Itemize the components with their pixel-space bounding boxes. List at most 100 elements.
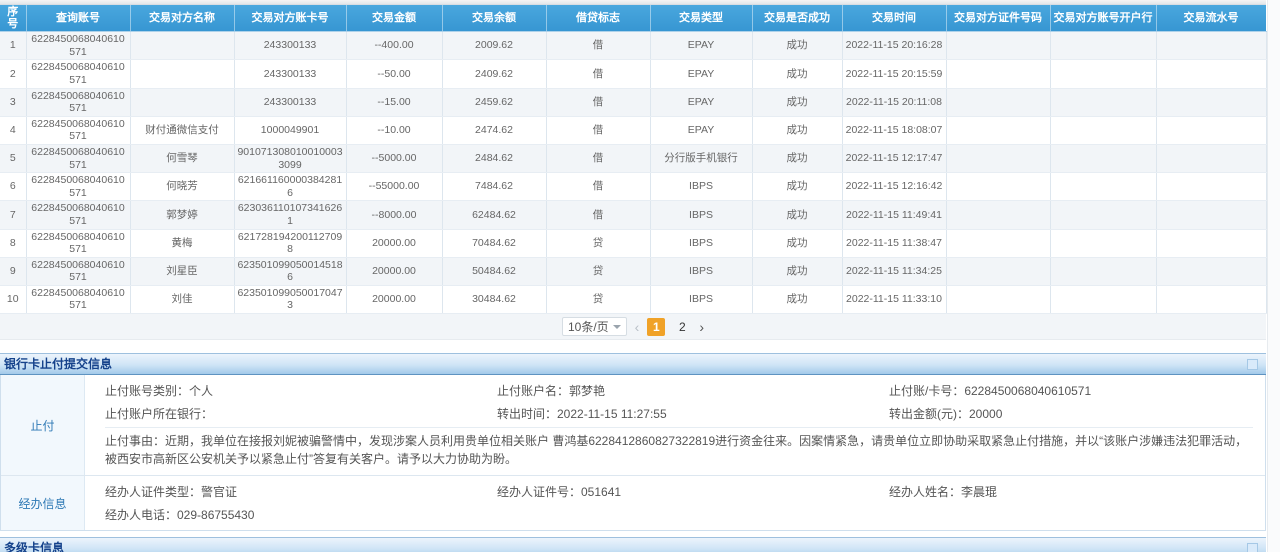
transaction-cell: 分行版手机银行 bbox=[650, 144, 752, 172]
transaction-cell: EPAY bbox=[650, 60, 752, 88]
field-text: 经办人姓名：李晨琨 bbox=[889, 483, 1253, 500]
column-header: 交易对方账号开户行 bbox=[1050, 5, 1156, 32]
page-number-button[interactable]: 1 bbox=[647, 318, 665, 336]
field-text: 止付账户所在银行： bbox=[105, 405, 497, 422]
transaction-cell: 62484.62 bbox=[442, 201, 546, 229]
transaction-cell bbox=[1156, 32, 1266, 60]
stop-payment-group: 经办信息经办人证件类型：警官证经办人证件号：051641经办人姓名：李晨琨经办人… bbox=[1, 475, 1265, 530]
transaction-cell bbox=[1156, 88, 1266, 116]
transaction-cell: --50.00 bbox=[346, 60, 442, 88]
transaction-cell: 9 bbox=[0, 257, 26, 285]
vertical-scrollbar[interactable] bbox=[1267, 0, 1280, 552]
transaction-cell: 2009.62 bbox=[442, 32, 546, 60]
transaction-row: 96228450068040610571刘星臣62350109905001451… bbox=[0, 257, 1266, 285]
column-header: 借贷标志 bbox=[546, 5, 650, 32]
transaction-row: 76228450068040610571郭梦婷62303611010734162… bbox=[0, 201, 1266, 229]
page-size-select[interactable]: 10条/页 bbox=[562, 317, 627, 336]
transaction-cell bbox=[130, 32, 234, 60]
transaction-cell: 6235010990500170473 bbox=[234, 285, 346, 313]
transaction-cell: --55000.00 bbox=[346, 173, 442, 201]
transaction-cell bbox=[1050, 173, 1156, 201]
group-content: 止付账号类别：个人止付账户名：郭梦艳止付账/卡号：622845006804061… bbox=[85, 375, 1265, 475]
transaction-cell: 借 bbox=[546, 32, 650, 60]
group-label: 止付 bbox=[1, 375, 85, 475]
field-line: 经办人证件类型：警官证经办人证件号：051641经办人姓名：李晨琨 bbox=[105, 480, 1253, 503]
transaction-cell: 郭梦婷 bbox=[130, 201, 234, 229]
transaction-cell bbox=[1156, 285, 1266, 313]
prev-page-button[interactable]: ‹ bbox=[635, 320, 640, 334]
transaction-cell: 6228450068040610571 bbox=[26, 32, 130, 60]
transaction-cell: 243300133 bbox=[234, 60, 346, 88]
section-gap bbox=[0, 340, 1266, 353]
transaction-cell: 1000049901 bbox=[234, 116, 346, 144]
transaction-cell: 2022-11-15 11:38:47 bbox=[842, 229, 946, 257]
transaction-cell: IBPS bbox=[650, 173, 752, 201]
group-label: 经办信息 bbox=[1, 476, 85, 530]
transaction-cell: 3 bbox=[0, 88, 26, 116]
transaction-cell: 刘星臣 bbox=[130, 257, 234, 285]
column-header: 交易是否成功 bbox=[752, 5, 842, 32]
collapse-icon[interactable] bbox=[1247, 543, 1258, 552]
column-header: 交易余额 bbox=[442, 5, 546, 32]
collapse-icon[interactable] bbox=[1247, 359, 1258, 370]
column-header: 交易对方名称 bbox=[130, 5, 234, 32]
column-header: 查询账号 bbox=[26, 5, 130, 32]
transaction-cell: 成功 bbox=[752, 88, 842, 116]
column-header: 交易流水号 bbox=[1156, 5, 1266, 32]
transaction-cell: 6230361101073416261 bbox=[234, 201, 346, 229]
transaction-cell bbox=[946, 32, 1050, 60]
transaction-cell: 2022-11-15 11:33:10 bbox=[842, 285, 946, 313]
transaction-cell bbox=[1156, 257, 1266, 285]
transaction-cell: 4 bbox=[0, 116, 26, 144]
transaction-cell: IBPS bbox=[650, 201, 752, 229]
transaction-row: 56228450068040610571何雪琴90107130801001000… bbox=[0, 144, 1266, 172]
transaction-cell: 2022-11-15 12:16:42 bbox=[842, 173, 946, 201]
transaction-cell: 成功 bbox=[752, 285, 842, 313]
transaction-cell: --15.00 bbox=[346, 88, 442, 116]
transaction-cell: 2022-11-15 11:34:25 bbox=[842, 257, 946, 285]
page-number-button[interactable]: 2 bbox=[673, 318, 691, 336]
transaction-row: 66228450068040610571何晓芳62166116000038428… bbox=[0, 173, 1266, 201]
next-page-button[interactable]: › bbox=[699, 320, 704, 334]
transaction-cell bbox=[946, 60, 1050, 88]
transaction-cell: 成功 bbox=[752, 173, 842, 201]
transaction-cell: 成功 bbox=[752, 201, 842, 229]
transaction-cell: 2022-11-15 11:49:41 bbox=[842, 201, 946, 229]
transaction-cell: --400.00 bbox=[346, 32, 442, 60]
transaction-cell: 9010713080100100033099 bbox=[234, 144, 346, 172]
transaction-cell: 5 bbox=[0, 144, 26, 172]
transaction-cell bbox=[1156, 201, 1266, 229]
transaction-cell bbox=[1050, 32, 1156, 60]
field-text: 转出金额(元)：20000 bbox=[889, 405, 1253, 422]
transaction-cell: 何晓芳 bbox=[130, 173, 234, 201]
transaction-cell bbox=[946, 116, 1050, 144]
transaction-cell: 借 bbox=[546, 60, 650, 88]
transaction-cell: 贷 bbox=[546, 257, 650, 285]
transaction-cell: EPAY bbox=[650, 116, 752, 144]
transaction-cell: 贷 bbox=[546, 229, 650, 257]
transaction-cell bbox=[1156, 60, 1266, 88]
transaction-cell: 2022-11-15 12:17:47 bbox=[842, 144, 946, 172]
transaction-cell: --10.00 bbox=[346, 116, 442, 144]
transaction-cell: 成功 bbox=[752, 144, 842, 172]
page: 序号查询账号交易对方名称交易对方账卡号交易金额交易余额借贷标志交易类型交易是否成… bbox=[0, 0, 1280, 552]
field-line: 止付账号类别：个人止付账户名：郭梦艳止付账/卡号：622845006804061… bbox=[105, 379, 1253, 402]
transaction-row: 46228450068040610571财付通微信支付1000049901--1… bbox=[0, 116, 1266, 144]
transaction-row: 26228450068040610571243300133--50.002409… bbox=[0, 60, 1266, 88]
transaction-cell: IBPS bbox=[650, 285, 752, 313]
transaction-cell: 2 bbox=[0, 60, 26, 88]
transaction-cell: 刘佳 bbox=[130, 285, 234, 313]
transaction-cell: 6228450068040610571 bbox=[26, 88, 130, 116]
transaction-cell: 何雪琴 bbox=[130, 144, 234, 172]
transaction-cell bbox=[946, 88, 1050, 116]
transaction-cell bbox=[1156, 229, 1266, 257]
stop-reason-text: 止付事由：近期，我单位在接报刘妮被骗警情中，发现涉案人员利用贵单位相关账户 曹鸿… bbox=[105, 427, 1253, 471]
transaction-cell: 20000.00 bbox=[346, 285, 442, 313]
pagination-bar: 10条/页 ‹ 12 › bbox=[0, 314, 1266, 340]
transaction-cell bbox=[1050, 144, 1156, 172]
transaction-cell bbox=[1156, 116, 1266, 144]
transaction-cell: 借 bbox=[546, 201, 650, 229]
transaction-cell: 黄梅 bbox=[130, 229, 234, 257]
transaction-cell: 借 bbox=[546, 116, 650, 144]
transaction-cell: 6228450068040610571 bbox=[26, 173, 130, 201]
